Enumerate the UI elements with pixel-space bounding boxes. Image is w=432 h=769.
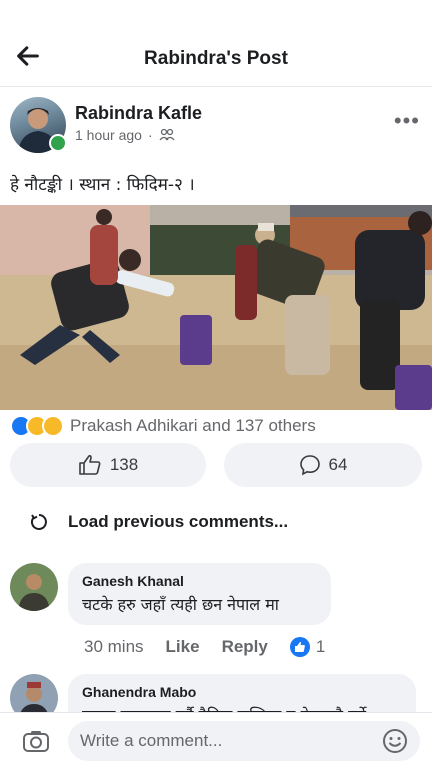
relief-bag	[180, 315, 212, 365]
comment-count: 64	[328, 455, 348, 474]
camera-icon[interactable]	[22, 729, 50, 753]
like-button[interactable]: 138	[10, 443, 206, 487]
comment-actions: 30 mins Like Reply 1	[84, 637, 325, 657]
sad-reaction-icon	[42, 415, 64, 437]
emoji-icon[interactable]	[382, 728, 408, 754]
reaction-summary[interactable]: Prakash Adhikari and 137 others	[10, 415, 316, 437]
post-text: हे नौटङ्की । स्थान : फिदिम-२ ।	[10, 175, 195, 195]
post-photo-scene	[0, 205, 432, 410]
comment-button[interactable]: 64	[224, 443, 422, 487]
author-avatar[interactable]	[10, 97, 67, 153]
load-previous-label: Load previous comments...	[68, 512, 289, 531]
more-dots-icon[interactable]: •••	[394, 108, 420, 134]
post-timestamp[interactable]: 1 hour ago	[75, 127, 142, 143]
avatar-image	[10, 563, 58, 611]
post-meta: 1 hour ago ·	[75, 127, 175, 143]
comment-reply-link[interactable]: Reply	[222, 637, 268, 657]
post-photo[interactable]	[0, 205, 432, 410]
reactions-text: Prakash Adhikari and 137 others	[70, 416, 316, 435]
comment-text: चटके हरु जहाँ त्यही छन नेपाल मा	[82, 595, 279, 614]
commenter-name[interactable]: Ganesh Khanal	[82, 573, 317, 589]
meta-separator: ·	[147, 127, 153, 143]
comment-input-placeholder: Write a comment...	[80, 731, 223, 750]
comment-bubble-icon	[299, 455, 320, 476]
page-title: Rabindra's Post	[144, 48, 288, 69]
commenter-avatar[interactable]	[10, 563, 58, 611]
like-reaction-icon	[289, 637, 310, 657]
comment-input[interactable]: Write a comment...	[68, 721, 420, 761]
thumbs-up-icon	[79, 454, 101, 475]
load-previous-comments[interactable]: Load previous comments...	[30, 512, 288, 532]
like-count: 138	[109, 455, 139, 474]
comment-like-link[interactable]: Like	[166, 637, 200, 657]
comment-bubble: Ganesh Khanal चटके हरु जहाँ त्यही छन नेप…	[68, 563, 331, 625]
comment-time: 30 mins	[84, 637, 144, 656]
friends-icon	[159, 128, 175, 141]
online-status-indicator	[49, 134, 67, 152]
refresh-icon	[30, 514, 47, 530]
post-author-name[interactable]: Rabindra Kafle	[75, 103, 202, 124]
top-bar: Rabindra's Post	[0, 0, 432, 87]
comment-composer: Write a comment...	[0, 712, 432, 769]
comment-like-count: 1	[315, 637, 326, 656]
commenter-name[interactable]: Ghanendra Mabo	[82, 684, 402, 700]
comment-reactions[interactable]: 1	[289, 637, 326, 657]
